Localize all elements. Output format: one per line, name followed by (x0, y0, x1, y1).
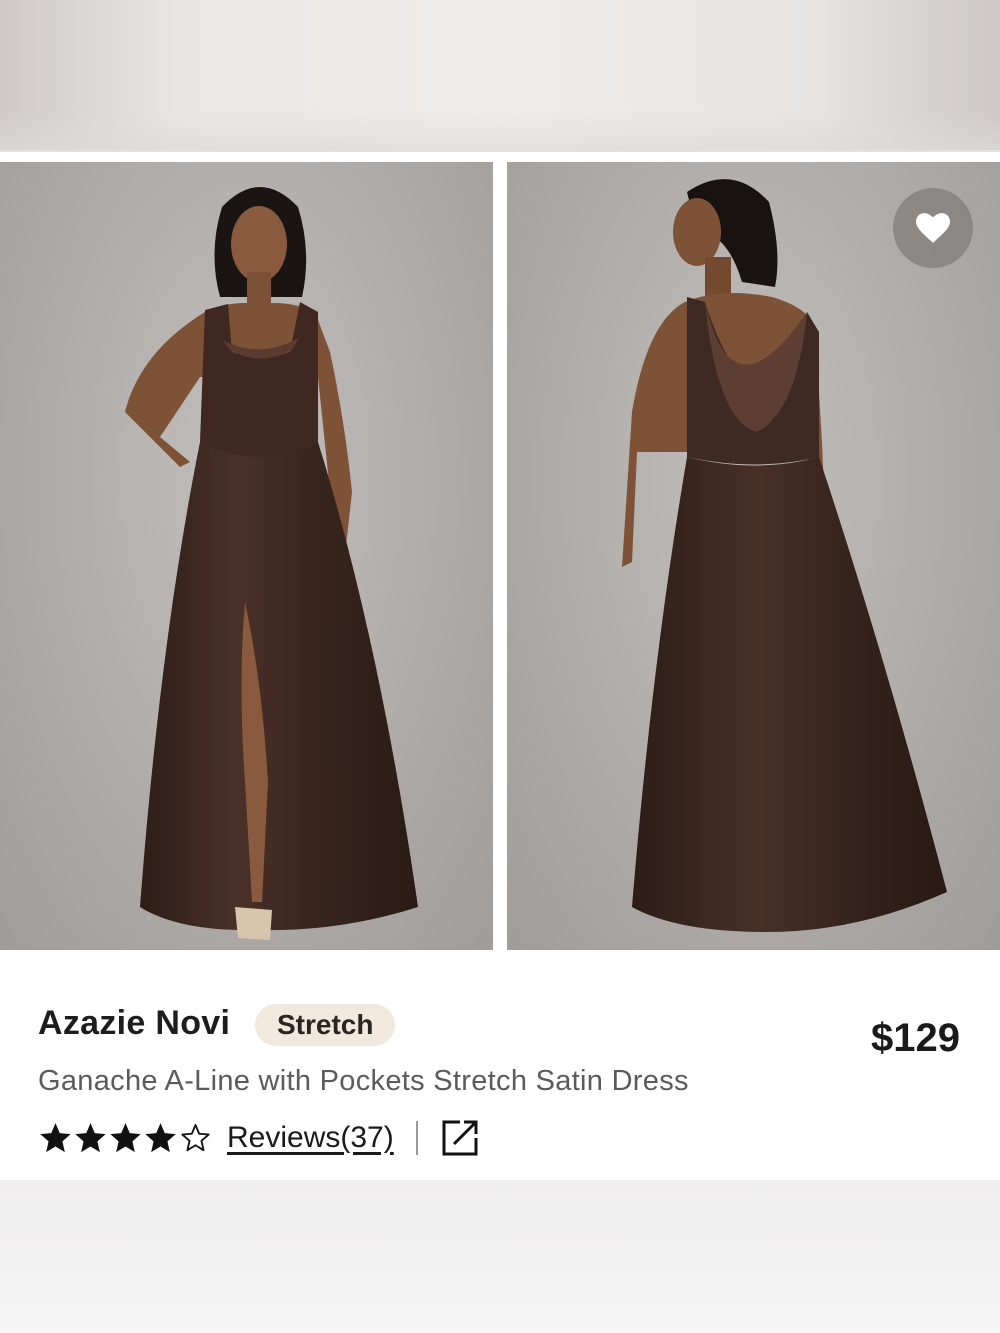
star-outline-icon (181, 1124, 210, 1152)
product-price: $129 (871, 1016, 960, 1060)
dress-back-illustration (622, 179, 947, 932)
blurred-previous-product (0, 0, 1000, 150)
dress-front-illustration (125, 187, 418, 940)
product-image-front[interactable] (0, 162, 493, 950)
star-icon (75, 1123, 106, 1153)
stretch-badge: Stretch (255, 1004, 396, 1046)
product-image-back[interactable] (507, 162, 1000, 950)
rating-row: Reviews(37) (38, 1116, 480, 1160)
heart-icon (916, 213, 950, 243)
external-link-icon[interactable] (440, 1118, 480, 1158)
star-icon (40, 1123, 71, 1153)
favorite-button[interactable] (893, 188, 973, 268)
divider (415, 1121, 418, 1155)
star-icon (110, 1123, 141, 1153)
star-rating (38, 1121, 213, 1155)
blurred-next-product (0, 1180, 1000, 1333)
brand-name[interactable]: Azazie Novi (38, 1004, 230, 1043)
divider (0, 150, 1000, 162)
product-title[interactable]: Ganache A-Line with Pockets Stretch Sati… (38, 1065, 689, 1098)
product-image-gallery (0, 162, 1000, 950)
star-icon (145, 1123, 176, 1153)
reviews-link[interactable]: Reviews(37) (227, 1121, 394, 1155)
